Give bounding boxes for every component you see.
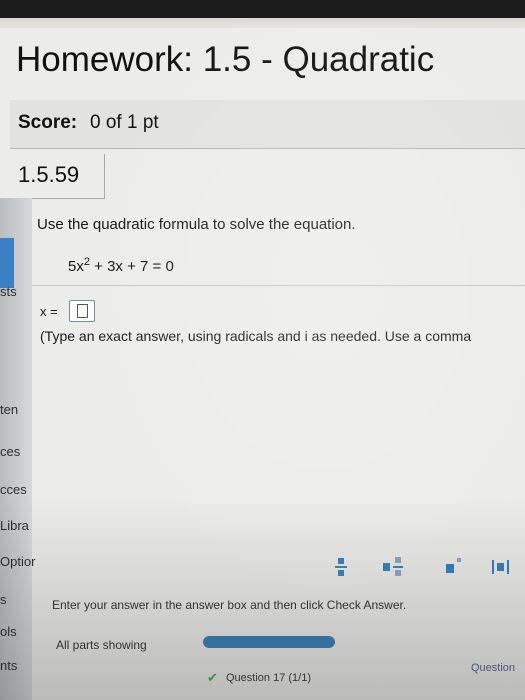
score-bar: Score: 0 of 1 pt — [10, 100, 525, 149]
left-nav-item-ces[interactable]: ces — [0, 444, 20, 459]
question-instructions: Use the quadratic formula to solve the e… — [37, 216, 356, 233]
left-nav-item-sts[interactable]: sts — [0, 284, 17, 299]
equation-rest: + 3x + 7 = 0 — [89, 258, 174, 275]
mixed-number-icon[interactable] — [380, 552, 410, 582]
absolute-value-icon[interactable] — [486, 552, 516, 582]
parts-progress-bar — [203, 636, 335, 648]
answer-hint: (Type an exact answer, using radicals an… — [40, 328, 472, 344]
left-nav-item-options[interactable]: Optior — [0, 554, 35, 569]
exponent-icon[interactable] — [438, 552, 468, 582]
answer-label: x = — [40, 304, 58, 319]
fraction-icon[interactable] — [326, 552, 356, 582]
left-nav-item-cces[interactable]: cces — [0, 482, 27, 497]
question-number-box: 1.5.59 — [10, 154, 105, 199]
question-divider — [32, 285, 525, 286]
parts-progress-fill — [203, 636, 335, 648]
left-nav-item-tools[interactable]: ols — [0, 624, 17, 639]
equation-lead: 5x — [68, 258, 84, 275]
left-nav-item-library[interactable]: Libra — [0, 518, 29, 533]
left-nav-item-contents[interactable]: nts — [0, 658, 17, 673]
math-toolbar — [318, 552, 525, 588]
homework-screen: Homework: 1.5 - Quadratic Score: 0 of 1 … — [0, 18, 525, 700]
page-title: Homework: 1.5 - Quadratic — [16, 40, 435, 79]
left-nav-active-tab[interactable] — [0, 238, 14, 288]
browser-top-edge — [0, 18, 525, 28]
question-status-bar: ✔ Question 17 (1/1) Question — [32, 662, 525, 700]
score-label: Score: — [18, 112, 78, 133]
equation: 5x2 + 3x + 7 = 0 — [68, 256, 174, 275]
check-icon: ✔ — [207, 670, 218, 685]
left-nav-item-s[interactable]: s — [0, 592, 7, 607]
question-status[interactable]: Question 17 (1/1) — [226, 672, 311, 684]
left-nav-item-ten[interactable]: ten — [0, 402, 18, 417]
answer-input[interactable] — [69, 300, 95, 322]
question-link[interactable]: Question — [471, 662, 515, 674]
all-parts-label: All parts showing — [56, 638, 147, 652]
score-value: 0 of 1 pt — [90, 112, 159, 133]
enter-answer-message: Enter your answer in the answer box and … — [52, 598, 407, 612]
question-number: 1.5.59 — [18, 162, 80, 187]
